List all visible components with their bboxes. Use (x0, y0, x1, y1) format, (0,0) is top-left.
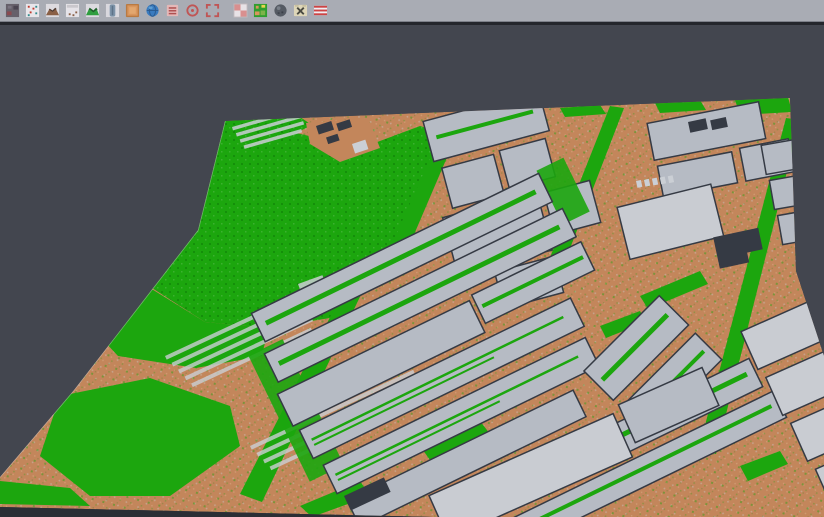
sphere-icon (273, 3, 288, 18)
striped-flag-icon (313, 3, 328, 18)
ground-hill-icon (45, 3, 60, 18)
target-icon (185, 3, 200, 18)
classified-map-icon (253, 3, 268, 18)
target-center-button[interactable] (183, 2, 201, 20)
toolbar (0, 0, 824, 22)
globe-icon (145, 3, 160, 18)
photo-thumbnail-button[interactable] (3, 2, 21, 20)
profile-view-button[interactable] (103, 2, 121, 20)
attribute-list-button[interactable] (163, 2, 181, 20)
point-cloud-scene (0, 26, 824, 517)
extent-brackets-icon (205, 3, 220, 18)
photo-thumbnail-icon (5, 3, 20, 18)
viewport-3d[interactable] (0, 26, 824, 517)
profile-bar-icon (105, 3, 120, 18)
striped-flag-button[interactable] (311, 2, 329, 20)
orange-tile-icon (125, 3, 140, 18)
raster-grid-button[interactable] (231, 2, 249, 20)
checker-grid-icon (233, 3, 248, 18)
classified-map-button[interactable] (251, 2, 269, 20)
zoom-extent-button[interactable] (203, 2, 221, 20)
application-window (0, 0, 824, 517)
clear-data-button[interactable] (291, 2, 309, 20)
ground-class-button[interactable] (43, 2, 61, 20)
list-icon (165, 3, 180, 18)
web-globe-button[interactable] (143, 2, 161, 20)
sparse-points-icon (65, 3, 80, 18)
scatter-points-icon (25, 3, 40, 18)
render-sphere-button[interactable] (271, 2, 289, 20)
vegetation-class-button[interactable] (83, 2, 101, 20)
ortho-tile-button[interactable] (123, 2, 141, 20)
low-points-button[interactable] (63, 2, 81, 20)
classify-points-button[interactable] (23, 2, 41, 20)
clear-x-icon (293, 3, 308, 18)
vegetation-hill-icon (85, 3, 100, 18)
